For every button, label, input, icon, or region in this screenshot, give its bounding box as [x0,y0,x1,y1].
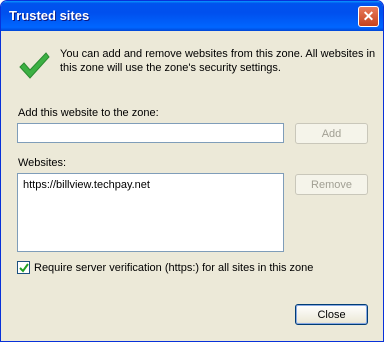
websites-list[interactable]: https://billview.techpay.net [17,173,284,252]
remove-button[interactable]: Remove [295,174,368,195]
close-button[interactable]: Close [295,304,368,325]
list-item[interactable]: https://billview.techpay.net [23,179,150,191]
dialog-body: You can add and remove websites from thi… [4,31,380,338]
title-bar[interactable]: Trusted sites ✕ [1,1,383,31]
require-https-label[interactable]: Require server verification (https:) for… [34,262,313,274]
zone-info-text: You can add and remove websites from thi… [60,48,376,74]
title-close-button[interactable]: ✕ [358,6,379,27]
require-https-checkbox[interactable] [17,261,30,274]
window-title: Trusted sites [9,8,90,23]
checkmark-icon [19,52,50,79]
dialog-window: Trusted sites ✕ You can add and remove w… [0,0,384,342]
checkbox-check-icon [19,263,29,273]
websites-label: Websites: [18,157,67,169]
add-website-label: Add this website to the zone: [18,107,159,119]
close-icon: ✕ [362,8,375,24]
add-button[interactable]: Add [295,123,368,144]
add-website-input[interactable] [17,123,284,143]
